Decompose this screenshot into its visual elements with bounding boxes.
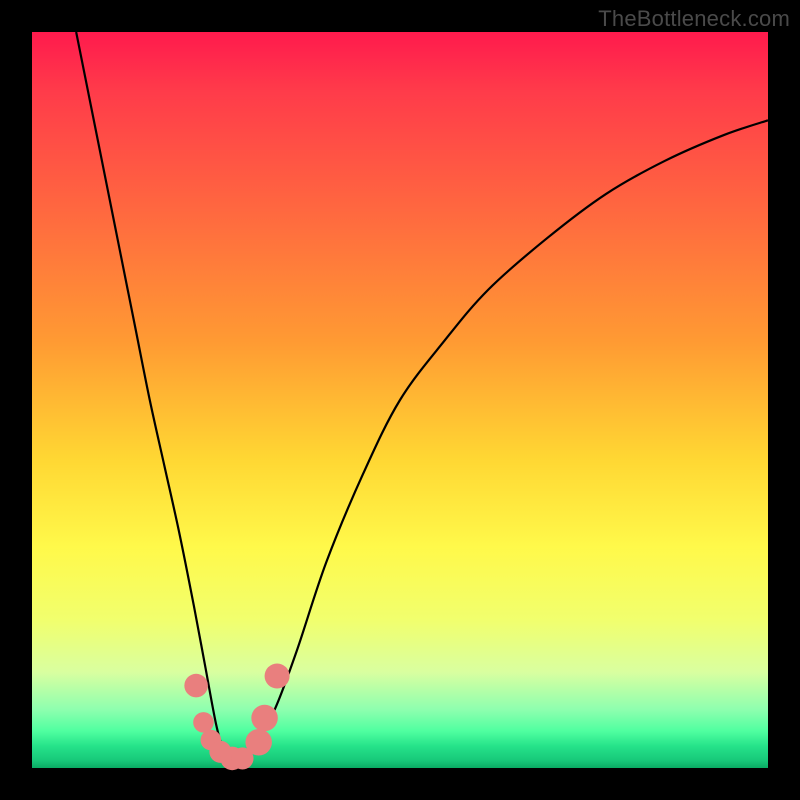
data-point — [184, 674, 208, 698]
plot-area — [32, 32, 768, 768]
chart-frame: TheBottleneck.com — [0, 0, 800, 800]
data-point — [193, 712, 214, 733]
curve-layer — [32, 32, 768, 768]
data-point — [251, 705, 277, 731]
bottleneck-curve — [76, 32, 768, 760]
watermark-label: TheBottleneck.com — [598, 6, 790, 32]
data-point — [265, 663, 290, 688]
data-point — [245, 729, 271, 755]
data-point-markers — [184, 663, 289, 770]
